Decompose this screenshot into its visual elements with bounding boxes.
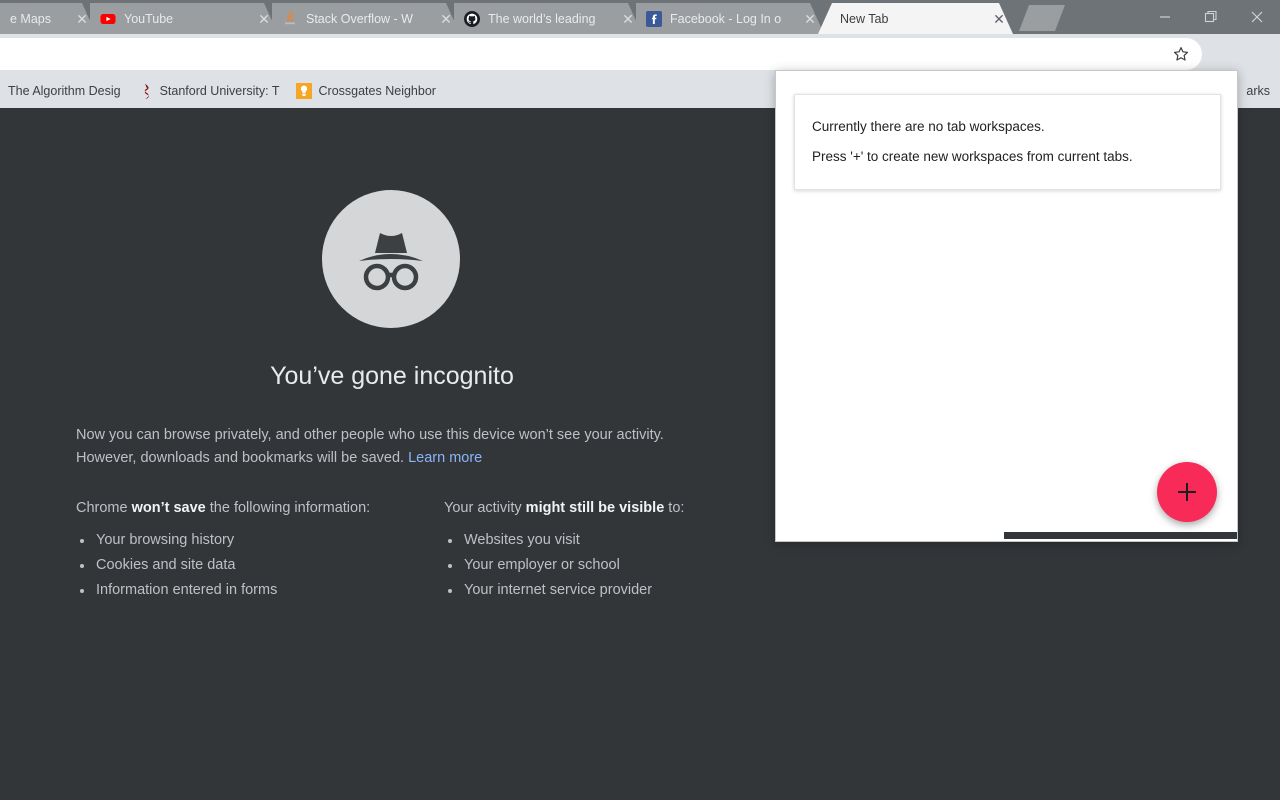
- tab-maps[interactable]: e Maps ✕: [0, 3, 96, 34]
- bookmark-star-icon[interactable]: [1172, 45, 1190, 63]
- maximize-button[interactable]: [1188, 0, 1234, 34]
- empty-state-line-2: Press '+' to create new workspaces from …: [812, 142, 1203, 172]
- empty-state-card: Currently there are no tab workspaces. P…: [794, 94, 1221, 190]
- list-item: Information entered in forms: [76, 578, 444, 603]
- list-item: Cookies and site data: [76, 553, 444, 578]
- popup-horizontal-scrollbar[interactable]: [1004, 532, 1237, 539]
- bookmark-item-algorithm-design[interactable]: The Algorithm Desig: [0, 79, 129, 103]
- stackoverflow-icon: [282, 11, 298, 27]
- heading-bold: might still be visible: [526, 500, 665, 516]
- youtube-icon: [100, 11, 116, 27]
- tab-new-tab[interactable]: New Tab ✕: [818, 3, 1013, 34]
- tab-title: The world’s leading: [488, 12, 612, 26]
- plus-icon: [1174, 479, 1200, 505]
- bookmark-label: Stanford University: T: [160, 84, 280, 98]
- list-item: Your browsing history: [76, 528, 444, 553]
- tab-title: YouTube: [124, 12, 248, 26]
- tab-title: New Tab: [840, 12, 983, 26]
- tab-close-icon[interactable]: ✕: [991, 11, 1007, 27]
- tab-youtube[interactable]: YouTube ✕: [90, 3, 278, 34]
- heading-post: the following information:: [206, 500, 370, 516]
- incognito-column-still-visible: Your activity might still be visible to:…: [444, 500, 716, 603]
- add-workspace-button[interactable]: [1157, 462, 1217, 522]
- tab-close-icon[interactable]: ✕: [74, 11, 90, 27]
- tab-facebook[interactable]: Facebook - Log In o ✕: [636, 3, 824, 34]
- heading-pre: Your activity: [444, 500, 526, 516]
- learn-more-link[interactable]: Learn more: [408, 450, 482, 466]
- bookmark-label: Crossgates Neighbor: [319, 84, 436, 98]
- list-item: Your employer or school: [444, 553, 716, 578]
- tab-close-icon[interactable]: ✕: [802, 11, 818, 27]
- heading-bold: won’t save: [132, 500, 206, 516]
- stanford-icon: [137, 83, 153, 99]
- tab-title: Stack Overflow - W: [306, 12, 430, 26]
- incognito-list: Websites you visit Your employer or scho…: [444, 528, 716, 603]
- tab-workspaces-popup: Currently there are no tab workspaces. P…: [775, 70, 1238, 542]
- tab-close-icon[interactable]: ✕: [256, 11, 272, 27]
- new-tab-button[interactable]: [1019, 5, 1065, 31]
- bookmark-item-stanford[interactable]: Stanford University: T: [129, 79, 288, 103]
- bookmark-item-crossgates[interactable]: Crossgates Neighbor: [288, 79, 444, 103]
- incognito-spy-icon: [322, 190, 460, 328]
- incognito-list: Your browsing history Cookies and site d…: [76, 528, 444, 603]
- tab-stack-overflow[interactable]: Stack Overflow - W ✕: [272, 3, 460, 34]
- column-heading: Your activity might still be visible to:: [444, 500, 716, 516]
- close-button[interactable]: [1234, 0, 1280, 34]
- minimize-button[interactable]: [1142, 0, 1188, 34]
- page-title: You’ve gone incognito: [76, 362, 708, 391]
- heading-post: to:: [664, 500, 684, 516]
- empty-state-line-1: Currently there are no tab workspaces.: [812, 112, 1203, 142]
- list-item: Your internet service provider: [444, 578, 716, 603]
- tab-close-icon[interactable]: ✕: [438, 11, 454, 27]
- incognito-column-wont-save: Chrome won’t save the following informat…: [76, 500, 444, 603]
- heading-pre: Chrome: [76, 500, 132, 516]
- tab-strip: e Maps ✕ YouTube ✕ Stack Overflow - W ✕ …: [0, 0, 1280, 34]
- tab-github[interactable]: The world’s leading ✕: [454, 3, 642, 34]
- tab-close-icon[interactable]: ✕: [620, 11, 636, 27]
- incognito-info-columns: Chrome won’t save the following informat…: [76, 500, 716, 603]
- tab-title: e Maps: [10, 12, 66, 26]
- address-bar[interactable]: [0, 38, 1202, 70]
- column-heading: Chrome won’t save the following informat…: [76, 500, 444, 516]
- other-bookmarks-label: arks: [1246, 84, 1270, 98]
- github-icon: [464, 11, 480, 27]
- crossgates-icon: [296, 83, 312, 99]
- incognito-description: Now you can browse privately, and other …: [76, 424, 676, 470]
- facebook-icon: [646, 11, 662, 27]
- browser-toolbar: [0, 34, 1280, 74]
- list-item: Websites you visit: [444, 528, 716, 553]
- bookmark-label: The Algorithm Desig: [8, 84, 121, 98]
- incognito-description-text: Now you can browse privately, and other …: [76, 427, 664, 466]
- other-bookmarks-item[interactable]: arks: [1238, 79, 1280, 103]
- tab-title: Facebook - Log In o: [670, 12, 794, 26]
- window-controls: [1142, 0, 1280, 34]
